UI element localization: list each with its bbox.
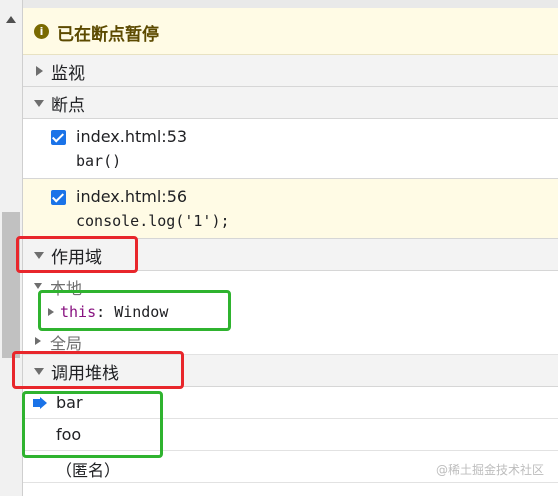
annotation-box-red — [12, 351, 184, 389]
paused-message: 已在断点暂停 — [57, 25, 159, 45]
collapse-arrow-icon — [34, 283, 42, 289]
info-icon: i — [34, 24, 49, 39]
panel-top-edge — [23, 0, 558, 8]
call-frame-name: （匿名） — [56, 461, 121, 480]
section-breakpoints-label: 断点 — [51, 96, 85, 116]
annotation-box-red — [16, 236, 138, 273]
call-frame-partial — [23, 483, 558, 496]
annotation-box-green — [22, 391, 163, 458]
watermark: @稀土掘金技术社区 — [435, 463, 544, 477]
breakpoint-code: bar() — [76, 152, 122, 170]
breakpoint-checkbox[interactable] — [51, 190, 66, 205]
expand-arrow-icon — [36, 66, 43, 76]
annotation-box-green — [38, 290, 231, 331]
breakpoint-location[interactable]: index.html:53 — [76, 127, 187, 146]
breakpoint-item-active[interactable]: index.html:56 console.log('1'); — [23, 179, 558, 239]
section-watch[interactable]: 监视 — [23, 55, 558, 87]
breakpoint-checkbox[interactable] — [51, 130, 66, 145]
paused-banner: i 已在断点暂停 — [23, 8, 558, 55]
breakpoint-location[interactable]: index.html:56 — [76, 187, 187, 206]
collapse-arrow-icon — [34, 100, 44, 107]
section-watch-label: 监视 — [51, 64, 85, 84]
scroll-up-arrow-icon[interactable] — [6, 16, 16, 23]
breakpoint-code: console.log('1'); — [76, 212, 230, 230]
breakpoint-item[interactable]: index.html:53 bar() — [23, 119, 558, 179]
scrollbar-thumb[interactable] — [2, 212, 20, 358]
section-breakpoints[interactable]: 断点 — [23, 87, 558, 119]
expand-arrow-icon — [35, 337, 41, 345]
